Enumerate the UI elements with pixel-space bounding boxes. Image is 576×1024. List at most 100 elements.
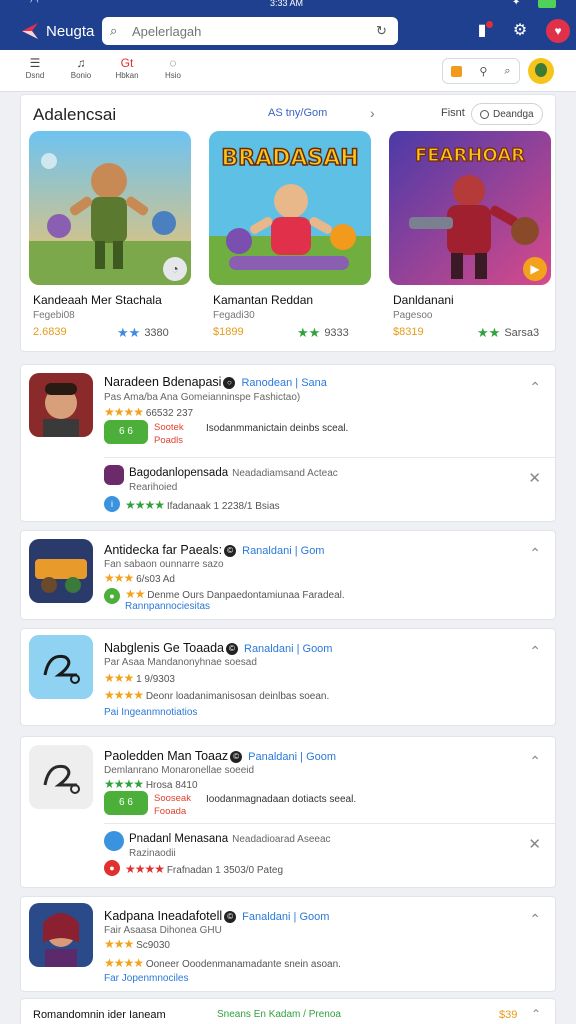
list-item[interactable]: Naradeen Bdenapasi ○ Ranodean | Sana Pas A… bbox=[20, 364, 556, 522]
rating-icon: ★★ bbox=[297, 325, 321, 340]
featured-card[interactable]: BRADASAH Kamantan Reddan Fegadi30 $1899 … bbox=[209, 131, 375, 349]
search-icon: ⌕ bbox=[110, 23, 118, 38]
bottom-price: $39 bbox=[499, 1009, 518, 1021]
bottom-meta: Sneans En Kadam / Prenoa bbox=[217, 1009, 341, 1020]
divider bbox=[104, 823, 555, 824]
chevron-up-icon[interactable]: ⌃ bbox=[529, 545, 541, 562]
verified-icon: © bbox=[224, 910, 237, 923]
avatar[interactable] bbox=[528, 58, 554, 84]
chevron-up-icon[interactable]: ⌃ bbox=[529, 643, 541, 660]
close-icon[interactable]: ✕ bbox=[528, 835, 541, 853]
game-art: FEARHOAR ▶ bbox=[389, 131, 551, 285]
item-desc: ★★★★ Ooneer Ooodenmanamadante snein asoa… bbox=[104, 956, 341, 970]
verified-icon: ○ bbox=[223, 376, 236, 389]
rating-icon: ★★ bbox=[477, 325, 501, 340]
item-link[interactable]: Rannpannociesitas bbox=[125, 601, 210, 612]
item-link[interactable]: Pai Ingeanmnotiatios bbox=[104, 707, 197, 718]
item-link[interactable]: Far Jopenmnociles bbox=[104, 973, 188, 984]
toolbar-pill[interactable]: ⚲ ⌕ bbox=[442, 58, 520, 84]
filter-label[interactable]: Fisnt bbox=[441, 107, 465, 119]
notification-icon[interactable]: ▮ bbox=[470, 19, 494, 43]
item-desc: ★★★★ Deonr loadanimanisosan deinlbas soe… bbox=[104, 688, 330, 702]
play-icon[interactable]: ◔ bbox=[163, 257, 187, 281]
list-item[interactable]: Nabglenis Ge Toaada © Ranaldani | Goom Par… bbox=[20, 628, 556, 726]
game-icon bbox=[29, 635, 93, 699]
bottom-item[interactable]: Romandomnin ider Ianeam Sneans En Kadam … bbox=[20, 998, 556, 1024]
app-title: Neugta bbox=[46, 22, 95, 40]
info-icon: i bbox=[104, 496, 120, 512]
promo-label: Sootek Poadls bbox=[154, 422, 184, 446]
art-title-2: FEARHOAR bbox=[415, 145, 525, 166]
game-icon bbox=[29, 903, 93, 967]
item-desc: ★★ Denme Ours Danpaedontamiunaa Faradeal… bbox=[125, 587, 345, 601]
refresh-icon[interactable]: ↻ bbox=[376, 24, 390, 38]
history-icon: ◌ bbox=[169, 56, 177, 70]
card-price: $8319 bbox=[393, 326, 424, 338]
rating-icon: ★★ bbox=[117, 325, 141, 340]
card-rating: ★★ Sarsa3 bbox=[477, 325, 540, 340]
card-sub: Fegadi30 bbox=[213, 310, 255, 321]
alert-icon: ● bbox=[104, 860, 120, 876]
sub-item-title: Bagodanlopensada Neadadiamsand Acteac bbox=[129, 467, 338, 479]
featured-card[interactable]: ◔ Kandeaah Mer Stachala Fegebi08 2.6839 … bbox=[29, 131, 195, 349]
item-desc: Isodanmmanictain deinbs sceal. bbox=[206, 423, 349, 434]
item-meta: Fan sabaon ounnarre sazo bbox=[104, 559, 224, 570]
bottom-title: Romandomnin ider Ianeam bbox=[33, 1009, 166, 1021]
nav-item-history[interactable]: ◌ Hsio bbox=[160, 56, 186, 80]
featured-panel: Adalencsai AS tny/Gom › Fisnt Deandga ◔ … bbox=[20, 94, 556, 352]
featured-card[interactable]: FEARHOAR ▶ Danldanani Pagesoo $8319 ★★ Sa… bbox=[389, 131, 555, 349]
install-button[interactable]: 6 6 bbox=[104, 791, 148, 815]
brand[interactable]: Neugta bbox=[20, 18, 94, 44]
verified-icon: © bbox=[224, 544, 237, 557]
battery-icon bbox=[538, 0, 556, 8]
item-title: Naradeen Bdenapasi ○ Ranodean | Sana bbox=[104, 375, 327, 389]
card-price: 2.6839 bbox=[33, 326, 67, 338]
nav-item-menu[interactable]: ☰ Dsnd bbox=[22, 56, 48, 80]
secondary-nav: ☰ Dsnd ♫ Bonio Gt Hbkan ◌ Hsio ⚲ ⌕ bbox=[0, 50, 576, 92]
item-rating: ★★★ Sc9030 bbox=[104, 937, 170, 951]
card-title: Danldanani bbox=[393, 293, 454, 307]
play-icon[interactable]: ▶ bbox=[523, 257, 547, 281]
signal-icon: ✦ bbox=[512, 0, 521, 8]
sub-game-icon bbox=[104, 831, 124, 851]
sort-pill[interactable]: Deandga bbox=[471, 103, 543, 125]
sub-game-icon bbox=[104, 465, 124, 485]
list-item[interactable]: Kadpana Ineadafotell © Fanaldani | Goom Fa… bbox=[20, 896, 556, 992]
item-desc: Ioodanmagnadaan dotiacts seeal. bbox=[206, 794, 357, 805]
chevron-up-icon[interactable]: ⌃ bbox=[529, 379, 541, 396]
item-rating: ★★★★ Hrosa 8410 bbox=[104, 777, 198, 791]
sub-item-meta: Rearihoied bbox=[129, 482, 178, 493]
search-bar[interactable]: ⌕ ↻ bbox=[102, 17, 398, 45]
chevron-up-icon[interactable]: ⌃ bbox=[529, 753, 541, 770]
install-button[interactable]: 6 6 bbox=[104, 420, 148, 444]
list-item[interactable]: Paoledden Man Toaaz © Panaldani | Goom Dem… bbox=[20, 736, 556, 888]
item-meta: Par Asaa Mandanonyhnae soesad bbox=[104, 657, 257, 668]
chevron-up-icon[interactable]: ⌃ bbox=[529, 911, 541, 928]
featured-link[interactable]: AS tny/Gom bbox=[268, 107, 327, 119]
card-title: Kamantan Reddan bbox=[213, 293, 314, 307]
status-bar: ◠ 3:33 AM ✦ bbox=[0, 0, 576, 10]
settings-icon[interactable]: ⚙ bbox=[508, 19, 532, 43]
item-title: Kadpana Ineadafotell © Fanaldani | Goom bbox=[104, 909, 330, 923]
list-item[interactable]: Antidecka far Paeals: © Ranaldani | Gom Fa… bbox=[20, 530, 556, 620]
game-icon bbox=[29, 539, 93, 603]
close-icon[interactable]: ✕ bbox=[528, 469, 541, 487]
circle-icon bbox=[480, 109, 489, 119]
search-input[interactable] bbox=[132, 23, 368, 39]
chevron-right-icon[interactable]: › bbox=[370, 105, 375, 121]
nav-item-hot[interactable]: Gt Hbkan bbox=[114, 56, 140, 80]
item-rating: ★★★ 6/s03 Ad bbox=[104, 571, 175, 585]
chevron-up-icon[interactable]: ⌃ bbox=[531, 1007, 541, 1021]
brand-logo-icon bbox=[20, 21, 40, 41]
promo-label: Sooseak Fooada bbox=[154, 793, 191, 817]
card-rating: ★★ 9333 bbox=[297, 325, 349, 340]
item-title: Paoledden Man Toaaz © Panaldani | Goom bbox=[104, 749, 337, 763]
wifi-icon: ◠ bbox=[30, 0, 39, 8]
featured-heading: Adalencsai bbox=[33, 105, 117, 124]
nav-item-bell[interactable]: ♫ Bonio bbox=[68, 56, 94, 80]
item-title: Antidecka far Paeals: © Ranaldani | Gom bbox=[104, 543, 325, 557]
play-icon: ● bbox=[104, 588, 120, 604]
bell-icon: ♫ bbox=[76, 56, 86, 70]
profile-menu-icon[interactable]: ♥ bbox=[546, 19, 570, 43]
card-rating: ★★ 3380 bbox=[117, 325, 169, 340]
